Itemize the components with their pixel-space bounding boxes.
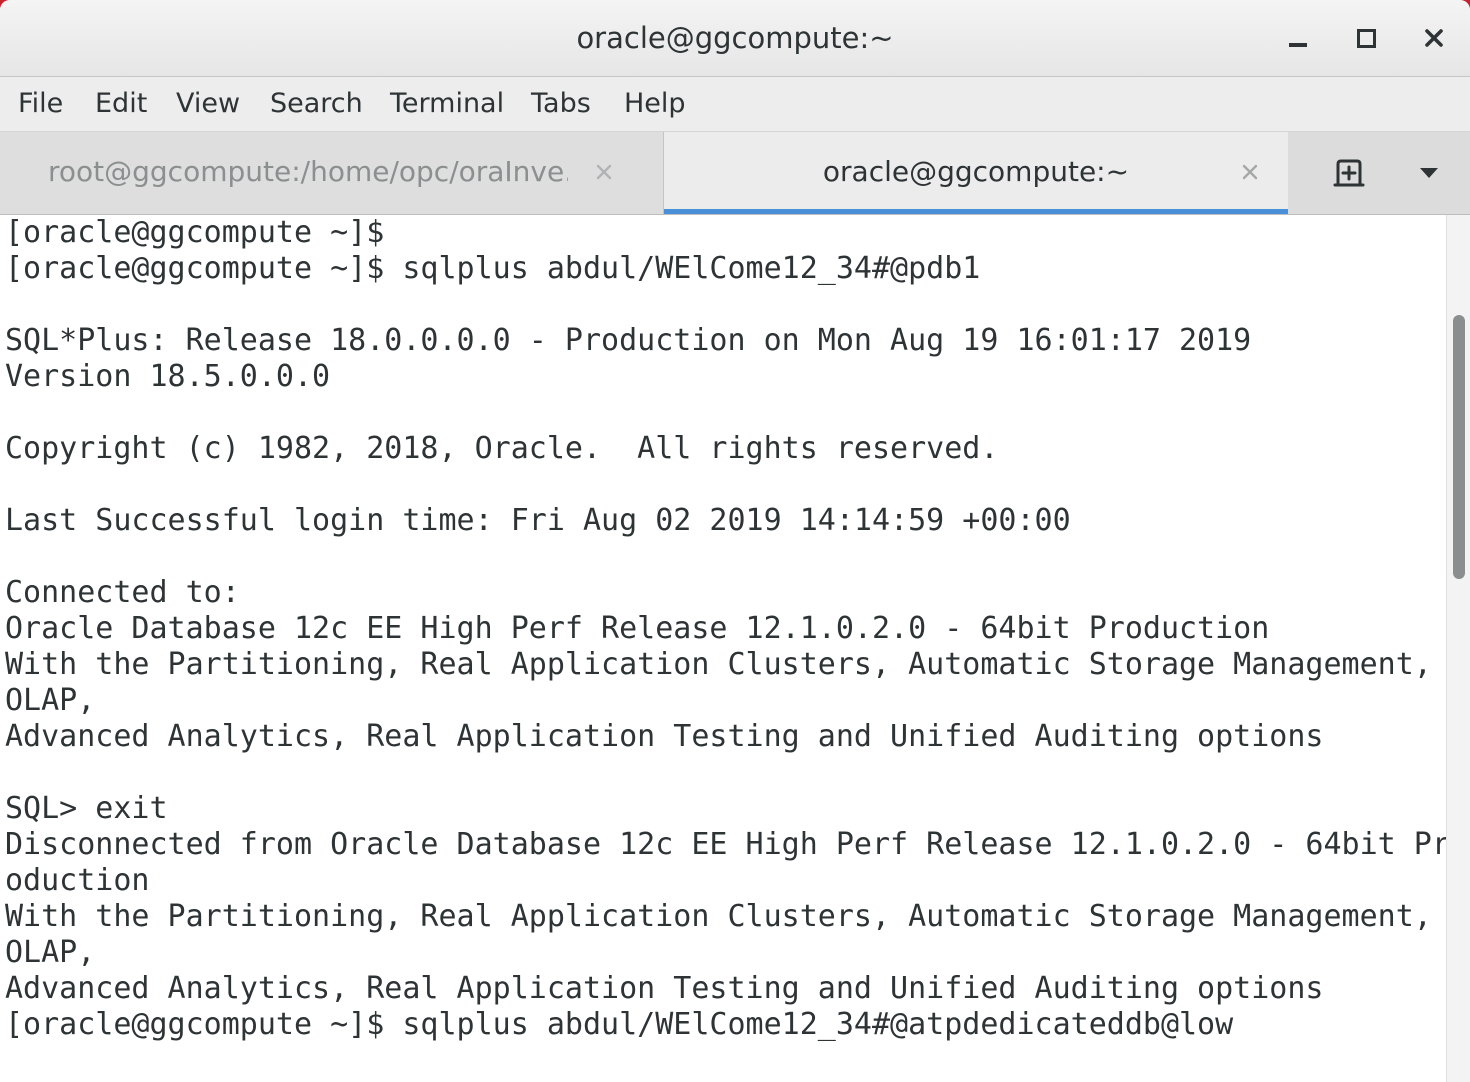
close-icon <box>596 164 612 180</box>
terminal-scrollbar[interactable] <box>1446 215 1470 1082</box>
menu-file[interactable]: File <box>18 77 63 131</box>
menu-bar: File Edit View Search Terminal Tabs Help <box>0 77 1470 132</box>
scrollbar-thumb[interactable] <box>1453 315 1465 579</box>
close-button[interactable] <box>1410 14 1458 62</box>
terminal-line: SQL> exit <box>5 791 168 826</box>
terminal-line: Disconnected from Oracle Database 12c EE… <box>5 827 1446 862</box>
close-icon <box>1242 164 1258 180</box>
terminal-line: OLAP, <box>5 935 96 970</box>
terminal-output[interactable]: [oracle@ggcompute ~]$ [oracle@ggcompute ~… <box>0 215 1446 1082</box>
terminal-line: With the Partitioning, Real Application … <box>5 647 1432 682</box>
minimize-icon <box>1289 43 1307 47</box>
tab-close-button[interactable] <box>586 154 622 190</box>
tab-tools <box>1289 132 1470 214</box>
terminal-line: [oracle@ggcompute ~]$ <box>5 215 385 250</box>
terminal-line: OLAP, <box>5 683 96 718</box>
menu-edit[interactable]: Edit <box>95 77 147 131</box>
terminal-line: Version 18.5.0.0.0 <box>5 359 331 394</box>
maximize-button[interactable] <box>1342 14 1390 62</box>
close-icon <box>1425 29 1443 47</box>
menu-terminal[interactable]: Terminal <box>390 77 504 131</box>
menu-view[interactable]: View <box>176 77 240 131</box>
window-title: oracle@ggcompute:~ <box>576 21 894 55</box>
tab-label: root@ggcompute:/home/opc/oraInve... <box>48 155 568 188</box>
terminal-line: [oracle@ggcompute ~]$ sqlplus abdul/WElC… <box>5 251 981 286</box>
terminal-line: oduction <box>5 863 150 898</box>
terminal-line: Advanced Analytics, Real Application Tes… <box>5 971 1324 1006</box>
tab-root[interactable]: root@ggcompute:/home/opc/oraInve... <box>0 132 664 214</box>
terminal-line: Last Successful login time: Fri Aug 02 2… <box>5 503 1071 538</box>
new-tab-button[interactable] <box>1325 150 1373 196</box>
terminal-line: Connected to: <box>5 575 240 610</box>
menu-tabs[interactable]: Tabs <box>531 77 591 131</box>
terminal-window: oracle@ggcompute:~ File Edit View Search… <box>0 0 1470 1082</box>
new-tab-icon <box>1333 159 1365 187</box>
menu-help[interactable]: Help <box>624 77 686 131</box>
tab-bar: root@ggcompute:/home/opc/oraInve... orac… <box>0 132 1470 215</box>
minimize-button[interactable] <box>1274 14 1322 62</box>
terminal-line: [oracle@ggcompute ~]$ sqlplus abdul/WElC… <box>5 1007 1234 1042</box>
maximize-icon <box>1356 28 1376 48</box>
terminal-line: Copyright (c) 1982, 2018, Oracle. All ri… <box>5 431 999 466</box>
title-bar[interactable]: oracle@ggcompute:~ <box>0 0 1470 77</box>
tab-oracle[interactable]: oracle@ggcompute:~ <box>664 132 1288 214</box>
terminal-line: Advanced Analytics, Real Application Tes… <box>5 719 1324 754</box>
tab-close-button[interactable] <box>1232 154 1268 190</box>
terminal-line: SQL*Plus: Release 18.0.0.0.0 - Productio… <box>5 323 1252 358</box>
tab-menu-button[interactable] <box>1405 150 1453 196</box>
tab-label: oracle@ggcompute:~ <box>822 155 1130 188</box>
active-tab-indicator <box>664 209 1288 214</box>
menu-search[interactable]: Search <box>270 77 363 131</box>
terminal-text: [oracle@ggcompute ~]$ [oracle@ggcompute ~… <box>5 215 1446 1043</box>
chevron-down-icon <box>1420 168 1438 178</box>
terminal-line: With the Partitioning, Real Application … <box>5 899 1432 934</box>
terminal-line: Oracle Database 12c EE High Perf Release… <box>5 611 1270 646</box>
